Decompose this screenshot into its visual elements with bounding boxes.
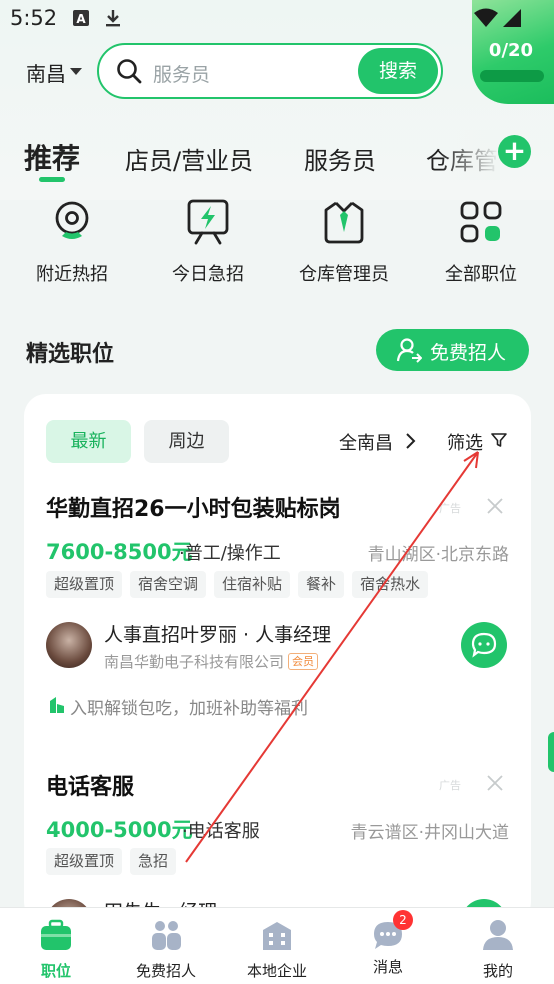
nav-label: 本地企业 <box>246 962 307 980</box>
nav-label: 消息 <box>372 958 403 976</box>
nav-label: 职位 <box>40 962 71 980</box>
nav-label: 免费招人 <box>135 962 196 980</box>
bottom-nav: 职位 免费招人 本地企业 2 消息 我的 <box>0 907 554 984</box>
nav-jobs[interactable]: 职位 <box>1 918 111 981</box>
building-icon <box>263 922 291 950</box>
chat-icon: 2 <box>371 910 413 952</box>
briefcase-icon <box>41 919 71 950</box>
user-icon <box>483 920 513 950</box>
nav-profile[interactable]: 我的 <box>443 918 553 981</box>
nav-free-hire[interactable]: 免费招人 <box>111 918 221 981</box>
people-icon <box>152 921 181 950</box>
edge-handle[interactable] <box>548 732 554 772</box>
annotation-arrow <box>185 451 479 863</box>
nav-messages[interactable]: 2 消息 <box>333 910 443 977</box>
unread-badge: 2 <box>393 910 413 930</box>
nav-local-companies[interactable]: 本地企业 <box>222 918 332 981</box>
nav-label: 我的 <box>482 962 513 980</box>
